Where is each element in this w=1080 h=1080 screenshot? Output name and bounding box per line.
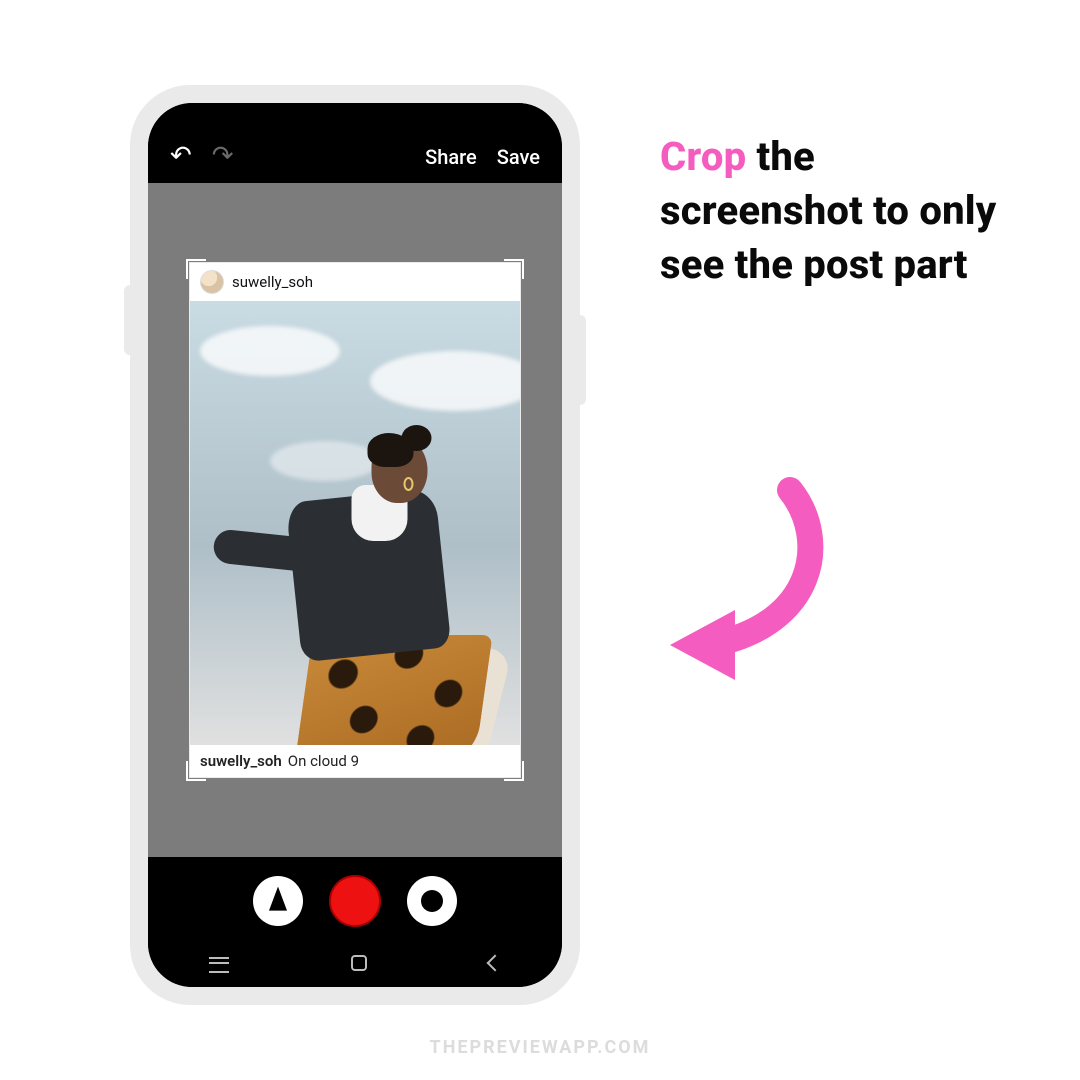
cloud-shape <box>200 326 340 376</box>
crop-handle-bottom-right[interactable] <box>504 761 524 781</box>
android-nav-bar <box>148 945 562 987</box>
earring-shape <box>404 477 414 491</box>
crop-handle-bottom-left[interactable] <box>186 761 206 781</box>
instruction-text: Crop the screenshot to only see the post… <box>660 130 1020 292</box>
nav-back-icon[interactable] <box>487 955 504 972</box>
nav-recents-icon[interactable] <box>209 962 229 964</box>
post-username: suwelly_soh <box>232 273 313 291</box>
post-caption-row: suwelly_soh On cloud 9 <box>190 745 520 777</box>
caption-username: suwelly_soh <box>200 752 282 770</box>
tool-row <box>148 857 562 945</box>
crop-selection[interactable]: suwelly_soh <box>190 263 520 777</box>
record-button[interactable] <box>329 875 381 927</box>
bun-shape <box>402 425 432 451</box>
instruction-accent-word: Crop <box>660 133 746 180</box>
phone-frame: ↶ ↷ Share Save suwelly_soh <box>130 85 580 1005</box>
share-button[interactable]: Share <box>425 145 477 169</box>
phone-notch <box>260 103 450 131</box>
crop-handle-top-left[interactable] <box>186 259 206 279</box>
pen-tool-icon[interactable] <box>253 876 303 926</box>
undo-icon[interactable]: ↶ <box>170 143 192 169</box>
post-image <box>190 301 520 745</box>
caption-text: On cloud 9 <box>288 752 359 770</box>
nav-home-icon[interactable] <box>351 955 367 971</box>
crop-canvas[interactable]: suwelly_soh <box>148 183 562 857</box>
save-button[interactable]: Save <box>497 145 540 169</box>
watermark-text: THEPREVIEWAPP.COM <box>430 1037 651 1058</box>
capture-dot-icon[interactable] <box>407 876 457 926</box>
crop-handle-top-right[interactable] <box>504 259 524 279</box>
person-illustration <box>234 385 504 745</box>
phone-screen: ↶ ↷ Share Save suwelly_soh <box>148 103 562 987</box>
post-header: suwelly_soh <box>190 263 520 301</box>
arrow-icon <box>640 470 860 690</box>
editor-bottombar <box>148 857 562 987</box>
redo-icon[interactable]: ↷ <box>212 143 234 169</box>
